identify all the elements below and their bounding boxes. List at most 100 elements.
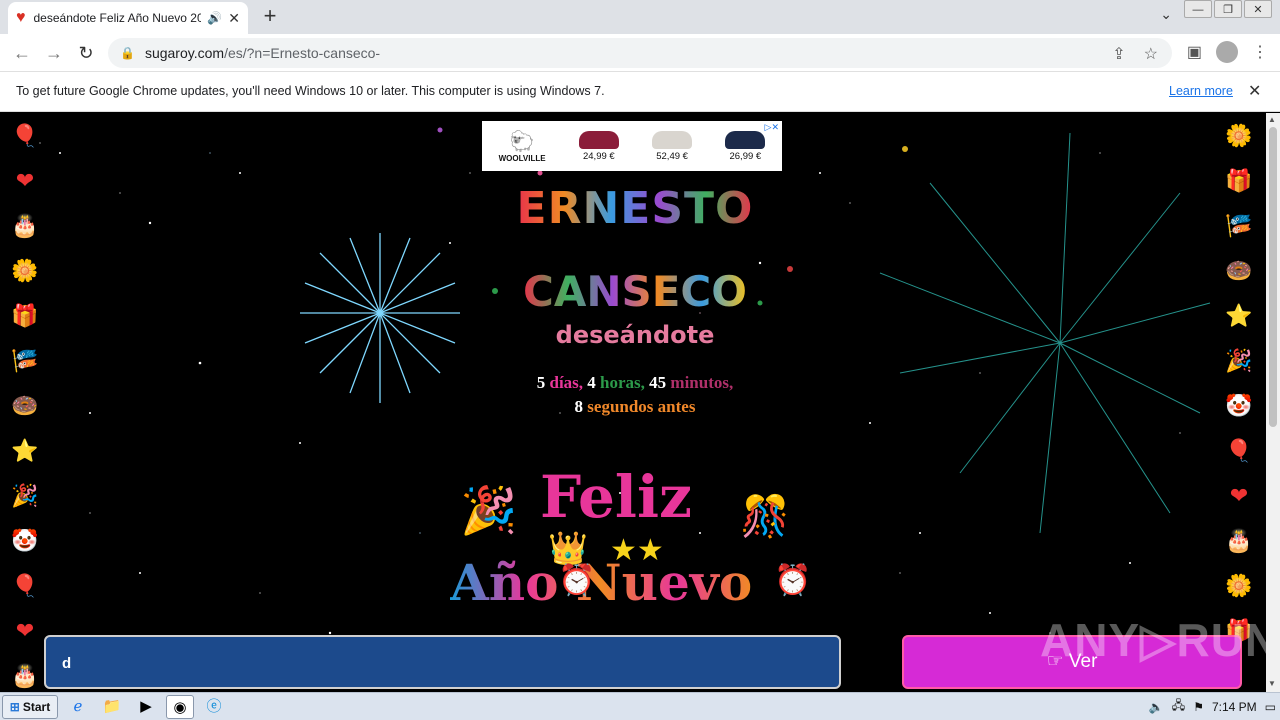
window-controls: — ❐ ✕ xyxy=(1182,0,1272,18)
url-path: /es/?n=Ernesto-canseco- xyxy=(224,45,381,61)
network-icon[interactable]: 🖧 xyxy=(1172,696,1185,717)
party-popper-icon: 🎉 xyxy=(460,484,518,536)
star-icon: ⭐ xyxy=(11,438,39,463)
new-year-greeting-art: 🎉 Feliz 🎊 ★★ 👑 Año Nuevo ⏰ ⏰ xyxy=(440,463,830,633)
hearts-icon: ❤ xyxy=(1229,483,1249,508)
side-panel-icon[interactable]: ▣ xyxy=(1187,42,1202,62)
anyrun-watermark: ANY▷RUN xyxy=(1040,614,1266,666)
scrollbar-thumb[interactable] xyxy=(1269,127,1277,427)
internet-explorer-icon[interactable]: ℯ xyxy=(64,695,92,719)
reload-icon[interactable]: ↻ xyxy=(74,41,98,65)
forward-arrow-icon[interactable]: → xyxy=(42,41,66,65)
hearts-icon: ❤ xyxy=(15,168,35,193)
back-arrow-icon[interactable]: ← xyxy=(10,41,34,65)
ad-price: 26,99 € xyxy=(729,150,762,162)
days-label: días, xyxy=(549,373,584,392)
party-popper-icon: 🎉 xyxy=(1225,348,1253,373)
scroll-down-arrow-icon[interactable]: ▼ xyxy=(1268,679,1276,688)
tab-title: deseándote Feliz Año Nuevo 20 xyxy=(33,11,202,25)
seconds-number: 8 xyxy=(574,397,584,416)
show-desktop-icon[interactable]: ▭ xyxy=(1265,700,1276,714)
donut-icon: 🍩 xyxy=(1225,258,1253,283)
left-icon-column: 🎈 ❤ 🎂 🌼 🎁 🎏 🍩 ⭐ 🎉 🤡 🎈 ❤ 🎂 xyxy=(10,123,40,692)
party-popper-icon: 🎉 xyxy=(11,483,39,508)
maximize-button[interactable]: ❐ xyxy=(1214,0,1242,18)
ad-product[interactable]: 52,49 € xyxy=(652,130,693,162)
ad-product[interactable]: 24,99 € xyxy=(578,130,619,162)
ad-price: 52,49 € xyxy=(656,150,688,162)
system-tray: 🔈 🖧 ⚑ 7:14 PM ▭ xyxy=(1149,696,1276,717)
tab-strip: ♥ deseándote Feliz Año Nuevo 20 🔊 ✕ + ⌄ … xyxy=(0,0,1280,34)
url-host: sugaroy.com xyxy=(144,45,225,61)
ano-nuevo-text: Año Nuevo xyxy=(450,553,753,612)
cake-icon: 🎂 xyxy=(1225,528,1253,553)
file-explorer-icon[interactable]: 📁 xyxy=(98,695,126,719)
ad-banner[interactable]: 🐑 WOOLVILLE 24,99 € 52,49 € 26,99 € ▷✕ xyxy=(482,121,782,171)
balloons-icon: 🎈 xyxy=(1225,438,1253,463)
edge-icon[interactable]: ⓔ xyxy=(200,695,228,719)
start-button[interactable]: ⊞ Start xyxy=(2,694,58,719)
feliz-text: Feliz xyxy=(540,463,692,531)
infobar-close-icon[interactable]: ✕ xyxy=(1248,81,1261,101)
ad-product[interactable]: 26,99 € xyxy=(725,130,766,162)
flowers-icon: 🌼 xyxy=(1225,123,1253,148)
minutes-number: 45 xyxy=(649,373,667,392)
firework-left xyxy=(300,233,460,403)
clock-time[interactable]: 7:14 PM xyxy=(1212,700,1257,714)
balloons-icon: 🎈 xyxy=(11,573,39,598)
page-scrollbar[interactable]: ▲ ▼ xyxy=(1266,113,1280,692)
scroll-up-arrow-icon[interactable]: ▲ xyxy=(1268,115,1276,124)
sheep-logo-icon: 🐑 xyxy=(509,131,535,153)
media-player-icon[interactable]: ▶ xyxy=(132,695,160,719)
first-name: ERNESTO xyxy=(516,183,754,234)
profile-avatar[interactable] xyxy=(1216,41,1238,63)
minutes-label: minutos, xyxy=(670,373,734,392)
new-tab-button[interactable]: + xyxy=(258,4,282,28)
browser-tab[interactable]: ♥ deseándote Feliz Año Nuevo 20 🔊 ✕ xyxy=(8,2,248,34)
days-number: 5 xyxy=(536,373,546,392)
bookmark-star-icon[interactable]: ☆ xyxy=(1144,44,1158,64)
minimize-button[interactable]: — xyxy=(1184,0,1212,18)
banner-icon: 🎏 xyxy=(1225,213,1253,238)
speaker-icon[interactable]: 🔊 xyxy=(207,11,222,25)
close-window-button[interactable]: ✕ xyxy=(1244,0,1272,18)
tab-close-icon[interactable]: ✕ xyxy=(228,10,240,27)
share-icon[interactable]: ⇪ xyxy=(1112,44,1125,64)
speaker-icon[interactable]: 🔈 xyxy=(1149,700,1164,714)
ad-brand: 🐑 WOOLVILLE xyxy=(498,131,546,163)
browser-toolbar: ← → ↻ 🔒 sugaroy.com/es/?n=Ernesto-cansec… xyxy=(0,34,1280,72)
alarm-clock-icon: ⏰ xyxy=(558,564,596,597)
chrome-icon[interactable]: ◉ xyxy=(166,694,194,719)
update-infobar: To get future Google Chrome updates, you… xyxy=(0,72,1280,112)
windows-taskbar: ⊞ Start ℯ 📁 ▶ ◉ ⓔ 🔈 🖧 ⚑ 7:14 PM ▭ xyxy=(0,692,1280,720)
lock-icon[interactable]: 🔒 xyxy=(120,46,135,60)
seconds-label: segundos antes xyxy=(587,397,696,416)
gift-icon: 🎁 xyxy=(11,303,39,328)
flag-icon[interactable]: ⚑ xyxy=(1193,700,1204,714)
ad-close-icon[interactable]: ▷✕ xyxy=(765,122,779,133)
banner-icon: 🎏 xyxy=(11,348,39,373)
windows-logo-icon: ⊞ xyxy=(9,699,20,714)
countdown: 5 días, 4 horas, 45 minutos, 8 segundos … xyxy=(470,371,800,419)
hours-number: 4 xyxy=(587,373,596,392)
page-content: 🎈 ❤ 🎂 🌼 🎁 🎏 🍩 ⭐ 🎉 🤡 🎈 ❤ 🎂 🌼 🎁 🎏 🍩 ⭐ 🎉 🤡 … xyxy=(0,113,1266,692)
name-input[interactable]: d xyxy=(44,635,841,689)
hours-label: horas, xyxy=(600,373,645,392)
flowers-icon: 🌼 xyxy=(11,258,39,283)
party-hat-icon: 🎊 xyxy=(740,495,790,539)
menu-kebab-icon[interactable]: ⋮ xyxy=(1252,42,1268,62)
slipper-icon xyxy=(578,130,619,149)
slipper-icon xyxy=(652,130,693,149)
clown-icon: 🤡 xyxy=(11,528,39,553)
flowers-icon: 🌼 xyxy=(1225,573,1253,598)
star-icon: ⭐ xyxy=(1225,303,1253,328)
heart-favicon-icon: ♥ xyxy=(16,9,26,26)
learn-more-link[interactable]: Learn more xyxy=(1169,84,1233,98)
hearts-icon: ❤ xyxy=(15,618,35,643)
ad-price: 24,99 € xyxy=(582,150,615,162)
tab-search-chevron-icon[interactable]: ⌄ xyxy=(1160,6,1172,23)
balloons-icon: 🎈 xyxy=(11,123,39,148)
address-bar[interactable]: 🔒 sugaroy.com/es/?n=Ernesto-canseco- ⇪ ☆ xyxy=(108,38,1172,68)
donut-icon: 🍩 xyxy=(11,393,39,418)
gift-icon: 🎁 xyxy=(1225,168,1253,193)
